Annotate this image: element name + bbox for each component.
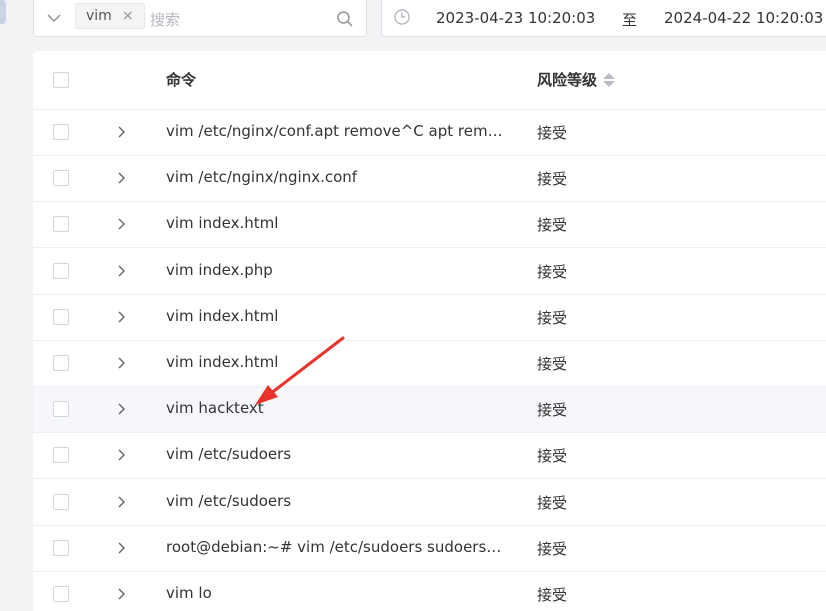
command-cell: root@debian:~# vim /etc/sudoers sudoers … [166,537,506,556]
chevron-down-icon[interactable] [46,10,62,26]
chevron-right-icon[interactable] [115,403,127,415]
chevron-right-icon[interactable] [115,172,127,184]
select-all-checkbox[interactable] [53,72,69,88]
column-header-risk[interactable]: 风险等级 [537,69,616,90]
chevron-right-icon[interactable] [115,218,127,230]
row-checkbox[interactable] [53,216,69,233]
close-icon[interactable]: × [122,8,134,24]
clock-icon [394,9,410,25]
table-row[interactable]: vim index.html 接受 [33,295,826,341]
row-checkbox[interactable] [53,262,69,279]
table-row[interactable]: vim /etc/nginx/nginx.conf 接受 [33,156,826,203]
chevron-right-icon[interactable] [115,542,127,554]
risk-cell: 接受 [537,401,568,420]
command-cell: vim index.html [166,306,279,325]
date-start[interactable]: 2023-04-23 10:20:03 [436,9,595,27]
search-input[interactable]: 搜索 [150,9,180,30]
row-checkbox[interactable] [53,308,69,325]
chevron-right-icon[interactable] [115,496,127,508]
table-row[interactable]: vim /etc/sudoers 接受 [33,433,826,480]
date-end[interactable]: 2024-04-22 10:20:03 [664,9,823,27]
sort-icon[interactable] [603,72,616,87]
chevron-right-icon[interactable] [115,126,127,138]
table-header: 命令 风险等级 [33,51,826,110]
date-separator: 至 [622,11,638,29]
table-row[interactable]: vim /etc/nginx/conf.apt remove^C apt rem… [33,110,826,156]
risk-cell: 接受 [537,170,568,189]
row-checkbox[interactable] [53,493,69,510]
command-filter-select[interactable]: vim × 搜索 [33,0,367,37]
risk-cell: 接受 [537,493,568,512]
risk-cell: 接受 [537,586,568,604]
row-checkbox[interactable] [53,170,69,187]
sidebar-indicator [0,0,6,24]
table-row[interactable]: root@debian:~# vim /etc/sudoers sudoers … [33,526,826,572]
command-cell: vim /etc/sudoers [166,491,292,510]
search-icon[interactable] [336,10,354,28]
table-row[interactable]: vim index.html 接受 [33,202,826,249]
table-row[interactable]: vim index.php 接受 [33,249,826,295]
filter-tag: vim × [75,3,145,29]
command-cell: vim index.php [166,260,273,279]
chevron-right-icon[interactable] [115,265,127,277]
row-checkbox[interactable] [53,355,69,371]
risk-cell: 接受 [537,539,568,558]
command-cell: vim index.html [166,214,279,233]
row-checkbox[interactable] [53,124,69,140]
command-cell: vim /etc/nginx/nginx.conf [166,168,358,187]
table-row[interactable]: vim lo 接受 [33,572,826,611]
command-cell: vim index.html [166,353,279,371]
risk-cell: 接受 [537,124,568,142]
command-cell: vim hacktext [166,399,264,418]
row-checkbox[interactable] [53,586,69,602]
row-checkbox[interactable] [53,401,69,418]
chevron-right-icon[interactable] [115,311,127,323]
table-row[interactable]: vim index.html 接受 [33,341,826,387]
left-sidebar-edge [0,0,22,596]
risk-cell: 接受 [537,262,568,281]
command-cell: vim /etc/nginx/conf.apt remove^C apt rem… [166,122,506,140]
chevron-right-icon[interactable] [115,449,127,461]
risk-cell: 接受 [537,447,568,466]
chevron-right-icon[interactable] [115,357,127,369]
column-header-risk-label: 风险等级 [537,71,598,89]
risk-cell: 接受 [537,355,568,373]
filter-tag-label: vim [86,8,112,24]
chevron-right-icon[interactable] [115,588,127,600]
date-range-picker[interactable]: 2023-04-23 10:20:03 至 2024-04-22 10:20:0… [381,0,826,37]
column-header-command: 命令 [166,71,197,89]
risk-cell: 接受 [537,308,568,327]
table-row[interactable]: vim hacktext 接受 [33,387,826,434]
row-checkbox[interactable] [53,447,69,464]
row-checkbox[interactable] [53,539,69,556]
command-cell: vim lo [166,584,212,602]
command-cell: vim /etc/sudoers [166,445,292,464]
command-table: 命令 风险等级 vim /etc/nginx/conf.apt remove^C… [33,51,826,611]
risk-cell: 接受 [537,216,568,235]
table-row[interactable]: vim /etc/sudoers 接受 [33,480,826,526]
